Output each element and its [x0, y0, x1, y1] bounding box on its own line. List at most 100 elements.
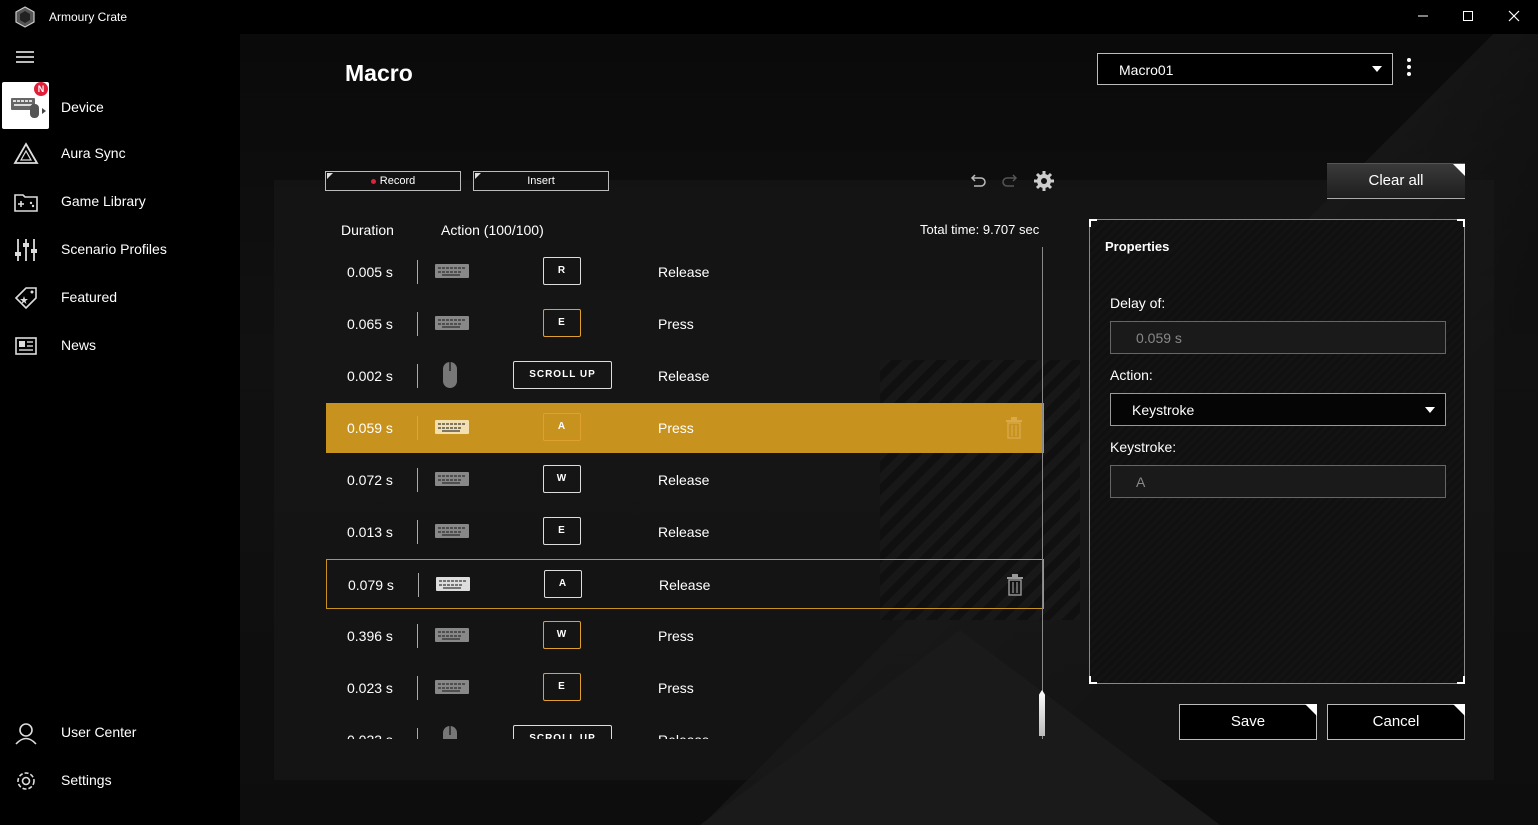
maximize-icon	[1463, 11, 1473, 21]
duration-value: 0.033 s	[347, 732, 393, 739]
delay-value: 0.059 s	[1136, 330, 1182, 346]
redo-icon[interactable]	[1000, 170, 1022, 192]
row-separator	[417, 728, 418, 739]
action-value: Press	[658, 628, 694, 644]
row-separator	[417, 260, 418, 284]
sidebar-item-settings[interactable]: Settings	[0, 757, 240, 805]
sidebar-item-device[interactable]: N Device	[0, 82, 240, 130]
action-label: Action:	[1110, 367, 1153, 383]
save-label: Save	[1230, 713, 1266, 730]
more-options-icon[interactable]	[1403, 58, 1415, 80]
action-value: Release	[658, 368, 710, 384]
row-separator	[417, 624, 418, 648]
keyboard-icon	[434, 417, 470, 437]
chevron-down-icon	[1425, 407, 1435, 413]
action-value: Release	[658, 524, 710, 540]
tag-star-icon	[14, 287, 37, 310]
sidebar-item-label: Aura Sync	[61, 145, 126, 161]
total-time: Total time: 9.707 sec	[920, 222, 1040, 237]
action-value: Release	[658, 472, 710, 488]
macro-row[interactable]: 0.059 s A Press	[326, 403, 1044, 453]
action-value: Release	[659, 577, 711, 593]
maximize-button[interactable]	[1453, 6, 1483, 28]
macro-row[interactable]: 0.079 s A Release	[326, 559, 1044, 609]
key-badge: W	[543, 621, 581, 649]
sidebar: N Device Aura Sync Game Library Scenario…	[0, 34, 240, 825]
key-badge: E	[543, 673, 581, 701]
notification-badge: N	[34, 82, 48, 96]
sidebar-item-featured[interactable]: Featured	[0, 274, 240, 322]
macro-row[interactable]: 0.002 s SCROLL UP Release	[326, 351, 1044, 401]
column-header-action: Action (100/100)	[441, 222, 544, 238]
sidebar-item-game-library[interactable]: Game Library	[0, 178, 240, 226]
mouse-icon	[434, 725, 470, 739]
macro-row[interactable]: 0.396 s W Press	[326, 611, 1044, 661]
news-icon	[15, 337, 37, 355]
macro-row[interactable]: 0.033 s SCROLL UP Release	[326, 715, 1044, 739]
keyboard-icon	[434, 521, 470, 541]
keyboard-icon	[434, 677, 470, 697]
delete-icon[interactable]	[1004, 417, 1024, 439]
row-separator	[417, 676, 418, 700]
user-icon	[15, 723, 37, 745]
macro-select-value: Macro01	[1119, 62, 1174, 78]
scrollbar-track	[1042, 247, 1043, 739]
sidebar-item-label: Game Library	[61, 193, 146, 209]
macro-row[interactable]: 0.072 s W Release	[326, 455, 1044, 505]
minimize-button[interactable]	[1408, 6, 1438, 28]
duration-value: 0.005 s	[347, 264, 393, 280]
sidebar-item-label: Settings	[61, 772, 112, 788]
duration-value: 0.072 s	[347, 472, 393, 488]
macro-settings-gear-icon[interactable]	[1033, 170, 1055, 192]
duration-value: 0.023 s	[347, 680, 393, 696]
save-button[interactable]: Save	[1179, 704, 1317, 740]
sidebar-item-scenario-profiles[interactable]: Scenario Profiles	[0, 226, 240, 274]
key-badge: E	[543, 309, 581, 337]
duration-value: 0.013 s	[347, 524, 393, 540]
delay-field[interactable]: 0.059 s	[1110, 321, 1446, 354]
scrollbar-thumb[interactable]	[1039, 690, 1045, 736]
macro-row[interactable]: 0.013 s E Release	[326, 507, 1044, 557]
duration-value: 0.065 s	[347, 316, 393, 332]
sidebar-item-label: Device	[61, 99, 104, 115]
action-select[interactable]: Keystroke	[1110, 393, 1446, 426]
keyboard-icon	[434, 261, 470, 281]
menu-toggle-icon[interactable]	[16, 51, 34, 63]
sidebar-item-label: User Center	[61, 724, 137, 740]
cancel-button[interactable]: Cancel	[1327, 704, 1465, 740]
mouse-icon	[434, 361, 470, 388]
page-title: Macro	[345, 60, 413, 86]
properties-panel: Properties Delay of: 0.059 s Action: Key…	[1089, 219, 1465, 684]
delete-icon[interactable]	[1005, 574, 1025, 596]
record-dot-icon	[370, 178, 376, 184]
row-separator	[418, 573, 419, 597]
sidebar-item-label: News	[61, 337, 97, 353]
macro-row[interactable]: 0.005 s R Release	[326, 247, 1044, 297]
close-button[interactable]	[1499, 6, 1529, 28]
macro-row[interactable]: 0.023 s E Press	[326, 663, 1044, 713]
action-value: Press	[658, 316, 694, 332]
insert-label: Insert	[527, 175, 555, 187]
keyboard-icon	[434, 469, 470, 489]
key-badge: A	[544, 570, 582, 598]
row-separator	[417, 520, 418, 544]
keystroke-label: Keystroke:	[1110, 439, 1177, 455]
insert-button[interactable]: Insert	[473, 171, 609, 191]
duration-value: 0.079 s	[348, 577, 394, 593]
key-badge: E	[543, 517, 581, 545]
action-value: Release	[658, 732, 709, 739]
undo-icon[interactable]	[966, 170, 988, 192]
macro-select[interactable]: Macro01	[1097, 53, 1393, 85]
keystroke-field[interactable]: A	[1110, 465, 1446, 498]
key-badge: SCROLL UP	[513, 361, 612, 389]
sidebar-item-news[interactable]: News	[0, 322, 240, 370]
sidebar-item-user-center[interactable]: User Center	[0, 709, 240, 757]
sidebar-item-aura-sync[interactable]: Aura Sync	[0, 130, 240, 178]
sliders-icon	[15, 239, 37, 261]
record-button[interactable]: Record	[325, 171, 461, 191]
aura-triangle-icon	[13, 142, 39, 164]
column-header-duration: Duration	[341, 222, 394, 238]
minimize-icon	[1418, 15, 1428, 17]
clear-all-button[interactable]: Clear all	[1327, 163, 1465, 199]
macro-row[interactable]: 0.065 s E Press	[326, 299, 1044, 349]
